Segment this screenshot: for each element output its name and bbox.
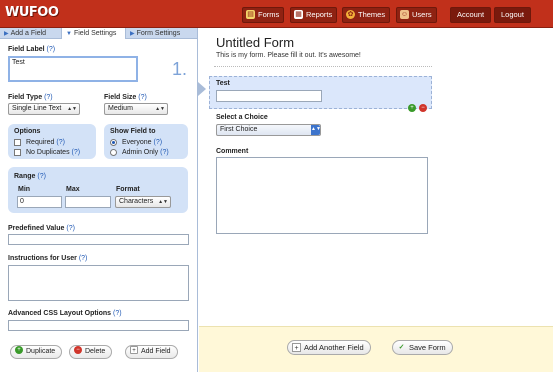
title-separator	[214, 66, 432, 67]
no-duplicates-label: No Duplicates (?)	[26, 149, 81, 156]
tab-form-settings-label: Form Settings	[136, 30, 181, 37]
tab-field-settings[interactable]: ▼ Field Settings	[62, 28, 126, 39]
field-settings-panel: ▶ Add a Field ▼ Field Settings ▶ Form Setti…	[0, 28, 198, 372]
field-size-value: Medium	[108, 105, 133, 112]
min-label: Min	[18, 186, 31, 193]
field-test-label: Test	[216, 80, 230, 87]
format-label: Format	[116, 186, 140, 193]
field-type-value: Single Line Text	[12, 105, 62, 112]
required-checkbox[interactable]	[14, 139, 21, 146]
range-format-value: Characters	[119, 198, 154, 205]
range-heading: Range (?)	[14, 173, 46, 180]
remove-field-minus-icon[interactable]: −	[419, 104, 427, 112]
triangle-down-icon: ▼	[66, 31, 72, 37]
panel-pointer-arrow	[198, 82, 206, 96]
max-label: Max	[66, 186, 80, 193]
nav-users-label: Users	[412, 10, 432, 19]
nav-forms-label: Forms	[258, 10, 280, 19]
nav-users-button[interactable]: ☺ Users	[396, 7, 437, 23]
form-title[interactable]: Untitled Form	[216, 35, 294, 50]
select-arrows-icon: ▲▼	[158, 199, 168, 205]
options-heading: Options	[14, 128, 41, 135]
field-label-heading: Field Label (?)	[8, 46, 56, 53]
required-label: Required (?)	[26, 139, 65, 146]
field-comment-textarea[interactable]	[216, 157, 428, 234]
wufoo-logo[interactable]: WUFOO	[5, 5, 59, 20]
field-type-heading: Field Type (?)	[8, 94, 53, 101]
range-max-input[interactable]	[65, 196, 111, 208]
field-select-label: Select a Choice	[216, 114, 268, 121]
nav-reports-button[interactable]: ▦ Reports	[290, 7, 338, 23]
css-options-heading: Advanced CSS Layout Options (?)	[8, 310, 122, 317]
add-another-field-label: Add Another Field	[304, 343, 364, 352]
field-comment-label: Comment	[216, 148, 249, 155]
select-arrows-icon: ▲▼	[155, 106, 165, 112]
everyone-radio[interactable]	[110, 139, 117, 146]
instructions-textarea[interactable]	[8, 265, 189, 301]
tab-form-settings[interactable]: ▶ Form Settings	[126, 28, 198, 39]
form-description[interactable]: This is my form. Please fill it out. It'…	[216, 52, 361, 59]
minus-icon: −	[74, 346, 82, 355]
select-arrows-icon: ▲▼	[311, 125, 321, 135]
tab-add-field-label: Add a Field	[10, 30, 47, 37]
plus-icon: +	[15, 346, 23, 355]
save-form-button[interactable]: ✓ Save Form	[392, 340, 453, 355]
account-button[interactable]: Account	[450, 7, 492, 23]
form-footer-bar	[199, 326, 553, 372]
instructions-heading: Instructions for User (?)	[8, 255, 88, 262]
field-label-value: Test	[12, 59, 25, 66]
duplicate-button[interactable]: + Duplicate	[10, 345, 63, 359]
reports-icon: ▦	[294, 9, 303, 19]
everyone-label: Everyone (?)	[122, 139, 163, 146]
logout-button[interactable]: Logout	[494, 7, 531, 23]
field-settings-body: Field Label (?) Test 1. Field Type (?) S…	[0, 39, 197, 372]
predefined-value-heading: Predefined Value (?)	[8, 225, 75, 232]
add-field-button[interactable]: + Add Field	[125, 345, 178, 359]
nav-themes-label: Themes	[358, 10, 386, 19]
css-options-input[interactable]	[8, 320, 189, 331]
add-field-label: Add Field	[141, 348, 171, 355]
add-field-icon: +	[292, 342, 301, 352]
admin-only-radio[interactable]	[110, 149, 117, 156]
field-size-select[interactable]: Medium ▲▼	[104, 103, 168, 115]
field-test-input[interactable]	[216, 90, 322, 102]
add-another-field-button[interactable]: + Add Another Field	[287, 340, 371, 355]
save-form-label: Save Form	[409, 343, 446, 352]
users-icon: ☺	[400, 9, 409, 19]
no-duplicates-checkbox[interactable]	[14, 149, 21, 156]
themes-icon: ✿	[346, 9, 355, 19]
top-bar: WUFOO ▤ Forms ▦ Reports ✿ Themes ☺ Users Acc…	[0, 0, 553, 28]
nav-reports-label: Reports	[306, 10, 333, 19]
range-format-select[interactable]: Characters ▲▼	[115, 196, 171, 208]
add-field-plus-icon[interactable]: +	[408, 104, 416, 112]
field-label-input[interactable]: Test	[8, 56, 138, 82]
nav-forms-button[interactable]: ▤ Forms	[242, 7, 285, 23]
delete-button[interactable]: − Delete	[69, 345, 113, 359]
range-min-input[interactable]: 0	[17, 196, 62, 208]
triangle-right-icon: ▶	[130, 31, 135, 37]
forms-icon: ▤	[246, 9, 255, 19]
delete-label: Delete	[85, 348, 106, 355]
select-arrows-icon: ▲▼	[67, 106, 77, 112]
predefined-value-input[interactable]	[8, 234, 189, 245]
range-min-value: 0	[20, 198, 24, 205]
field-size-heading: Field Size (?)	[104, 94, 147, 101]
tab-field-settings-label: Field Settings	[73, 30, 117, 37]
field-number: 1.	[172, 59, 188, 79]
show-field-heading: Show Field to	[110, 128, 156, 135]
nav-themes-button[interactable]: ✿ Themes	[342, 7, 391, 23]
admin-only-label: Admin Only (?)	[122, 149, 169, 156]
field-type-select[interactable]: Single Line Text ▲▼	[8, 103, 80, 115]
field-select-dropdown[interactable]: First Choice ▲▼	[216, 124, 321, 136]
duplicate-label: Duplicate	[26, 348, 56, 355]
tab-add-field[interactable]: ▶ Add a Field	[0, 28, 62, 39]
checkmark-icon: ✓	[398, 343, 405, 351]
add-field-icon: +	[130, 346, 138, 355]
field-select-value: First Choice	[220, 126, 258, 133]
triangle-right-icon: ▶	[4, 31, 9, 37]
